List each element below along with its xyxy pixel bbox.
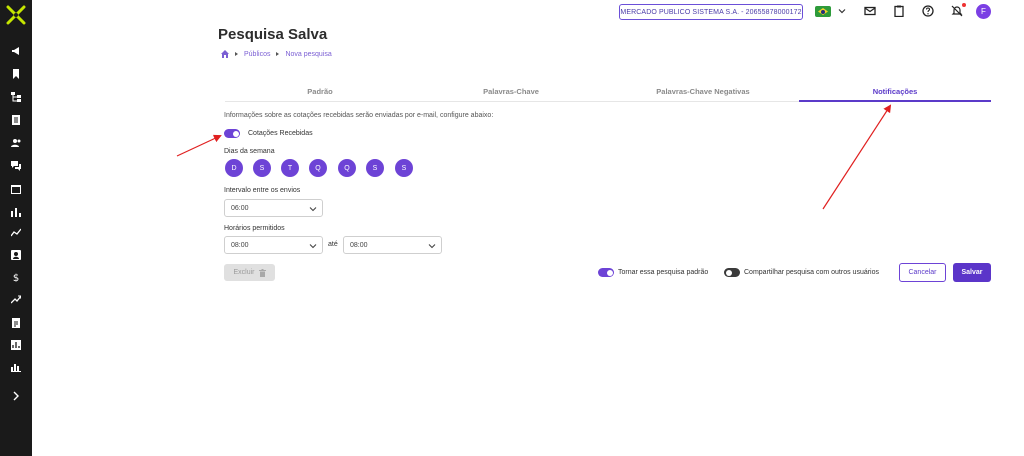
- annotation-arrow-tab: [822, 104, 892, 210]
- avatar[interactable]: F: [976, 4, 991, 19]
- mail-icon[interactable]: [864, 5, 876, 17]
- notification-dot: [962, 3, 966, 7]
- share-search-toggle[interactable]: [724, 268, 740, 277]
- hours-to-select[interactable]: 08:00: [343, 236, 442, 254]
- hours-separator: até: [328, 241, 338, 248]
- hierarchy-icon[interactable]: [8, 90, 24, 104]
- cotacoes-recebidas-label: Cotações Recebidas: [248, 130, 313, 137]
- hours-label: Horários permitidos: [224, 225, 285, 232]
- logo-icon: [6, 5, 26, 25]
- chevron-right-icon[interactable]: [8, 389, 24, 403]
- breadcrumb-item-publicos[interactable]: Públicos: [244, 51, 270, 58]
- bell-off-icon[interactable]: [951, 5, 963, 17]
- day-button-domingo[interactable]: D: [225, 159, 243, 177]
- document-list-icon[interactable]: [8, 113, 24, 127]
- help-icon[interactable]: [922, 5, 934, 17]
- report-icon[interactable]: [8, 316, 24, 330]
- svg-text:$: $: [13, 273, 19, 282]
- delete-label: Excluir: [233, 269, 255, 276]
- stats-icon[interactable]: [8, 360, 24, 374]
- save-button[interactable]: Salvar: [953, 263, 991, 282]
- chat-icon[interactable]: [8, 159, 24, 173]
- default-search-toggle[interactable]: [598, 268, 614, 277]
- hours-from-select[interactable]: 08:00: [224, 236, 323, 254]
- annotation-arrows: [176, 104, 892, 210]
- sidebar: $: [0, 0, 32, 456]
- default-search-label: Tornar essa pesquisa padrão: [618, 269, 709, 276]
- breadcrumb-separator-icon: [276, 52, 280, 56]
- page-title: Pesquisa Salva: [218, 26, 328, 43]
- breadcrumb-separator-icon: [235, 52, 238, 56]
- chevron-down-icon[interactable]: [838, 7, 846, 15]
- share-search-label: Compartilhar pesquisa com outros usuário…: [744, 269, 880, 276]
- company-selector[interactable]: MERCADO PUBLICO SISTEMA S.A. - 206558780…: [619, 4, 803, 20]
- interval-select[interactable]: 06:00: [224, 199, 323, 217]
- hours-to-value: 08:00: [350, 241, 368, 249]
- tab-padrao[interactable]: Padrão: [225, 84, 415, 102]
- breadcrumb: Públicos Nova pesquisa: [221, 49, 332, 59]
- dollar-icon[interactable]: $: [8, 270, 24, 284]
- tab-palavras-chave-negativas[interactable]: Palavras-Chave Negativas: [607, 84, 799, 102]
- day-button-terca[interactable]: T: [281, 159, 299, 177]
- clipboard-icon[interactable]: [893, 5, 905, 17]
- day-button-quarta[interactable]: Q: [309, 159, 327, 177]
- day-button-segunda[interactable]: S: [253, 159, 271, 177]
- breadcrumb-item-nova-pesquisa: Nova pesquisa: [285, 50, 332, 58]
- calendar-icon[interactable]: [8, 182, 24, 196]
- cancel-button[interactable]: Cancelar: [899, 263, 946, 282]
- megaphone-icon[interactable]: [8, 44, 24, 58]
- delete-button: Excluir: [224, 264, 275, 281]
- trend-line-icon[interactable]: [8, 226, 24, 240]
- day-button-sabado[interactable]: S: [395, 159, 413, 177]
- annotation-arrow-toggle: [176, 134, 222, 157]
- growth-chart-icon[interactable]: [8, 292, 24, 306]
- bar-chart-icon[interactable]: [8, 205, 24, 219]
- home-icon[interactable]: [221, 50, 229, 58]
- day-button-quinta[interactable]: Q: [338, 159, 356, 177]
- chevron-down-icon: [309, 207, 317, 212]
- trash-icon: [258, 268, 266, 277]
- interval-label: Intervalo entre os envios: [224, 187, 301, 194]
- chevron-down-icon: [309, 244, 317, 249]
- bookmark-icon[interactable]: [8, 67, 24, 81]
- hours-from-value: 08:00: [231, 241, 249, 249]
- analytics-icon[interactable]: [8, 338, 24, 352]
- notifications-info-text: Informações sobre as cotações recebidas …: [224, 112, 494, 119]
- cotacoes-recebidas-toggle[interactable]: [224, 129, 240, 138]
- days-label: Dias da semana: [224, 148, 275, 155]
- users-icon[interactable]: [8, 136, 24, 150]
- chevron-down-icon: [428, 244, 436, 249]
- interval-value: 06:00: [231, 204, 249, 212]
- contact-card-icon[interactable]: [8, 248, 24, 262]
- tab-palavras-chave[interactable]: Palavras-Chave: [415, 84, 607, 102]
- brazil-flag-icon[interactable]: [815, 6, 831, 17]
- active-tab-indicator: [799, 100, 991, 102]
- day-button-sexta[interactable]: S: [366, 159, 384, 177]
